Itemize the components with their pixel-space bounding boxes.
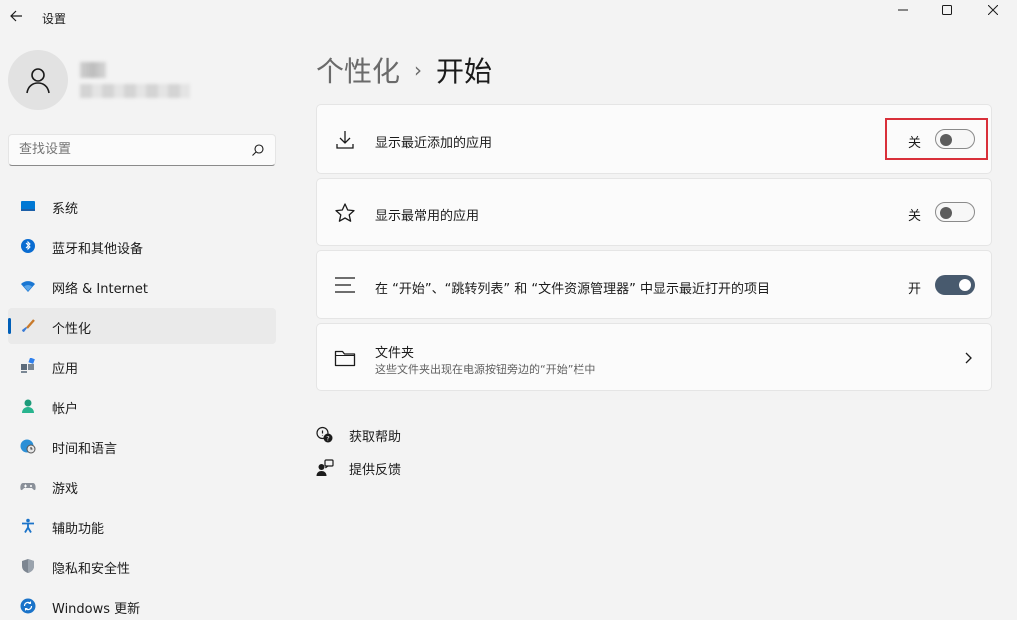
breadcrumb-parent[interactable]: 个性化 [316,50,400,90]
feedback-icon [316,459,334,476]
toggle-state-label: 开 [908,282,922,297]
sidebar-item-apps[interactable]: 应用 [8,348,276,384]
toggle-knob [940,207,952,219]
sidebar-item-bluetooth[interactable]: 蓝牙和其他设备 [8,228,276,264]
wifi-icon [21,281,35,292]
search-input[interactable] [19,142,239,157]
back-button[interactable] [6,6,26,26]
svg-text:?: ? [326,435,329,443]
setting-title: 在 “开始”、“跳转列表” 和 “文件资源管理器” 中显示最近打开的项目 [375,282,770,297]
get-help-label: 获取帮助 [349,429,402,445]
sidebar-item-label: 游戏 [52,482,79,497]
setting-title: 显示最近添加的应用 [375,136,493,151]
sidebar-item-accessibility[interactable]: 辅助功能 [8,508,276,544]
breadcrumb-separator: › [414,58,423,82]
app-title: 设置 [42,12,67,26]
sidebar-item-label: 系统 [52,202,79,217]
setting-title: 文件夹 [375,346,415,361]
get-help-link[interactable]: ? 获取帮助 [316,424,401,446]
sidebar-item-network[interactable]: 网络 & Internet [8,268,276,304]
accessibility-icon [22,518,34,533]
close-button[interactable] [970,0,1016,20]
sidebar-item-label: 时间和语言 [52,442,118,457]
minimize-button[interactable] [880,0,926,20]
sidebar-item-personalization[interactable]: 个性化 [8,308,276,344]
sidebar-item-label: 网络 & Internet [52,282,149,297]
sidebar-item-time-language[interactable]: 时间和语言 [8,428,276,464]
toggle-knob [959,279,971,291]
back-arrow-icon [10,10,22,22]
sidebar-item-privacy[interactable]: 隐私和安全性 [8,548,276,584]
user-icon [26,68,50,94]
maximize-button[interactable] [924,0,970,20]
sidebar: 系统 蓝牙和其他设备 网络 & Internet 个性化 应用 帐户 时间和语言 [0,34,290,620]
avatar[interactable] [8,50,68,110]
folder-icon [334,350,356,367]
sidebar-item-system[interactable]: 系统 [8,188,276,224]
brush-icon [22,319,35,332]
sidebar-item-label: 帐户 [52,402,79,417]
sidebar-item-label: 蓝牙和其他设备 [52,242,144,257]
setting-card-recent-items: 在 “开始”、“跳转列表” 和 “文件资源管理器” 中显示最近打开的项目 开 [316,250,992,319]
monitor-icon [21,201,35,211]
setting-title: 显示最常用的应用 [375,209,480,224]
feedback-label: 提供反馈 [349,462,402,478]
sidebar-item-gaming[interactable]: 游戏 [8,468,276,504]
close-icon [988,5,998,15]
search-icon[interactable] [251,143,265,157]
account-icon [22,399,34,413]
shield-icon [22,559,34,573]
search-box[interactable] [8,134,276,166]
page-title: 开始 [436,55,493,88]
user-name-redacted [80,62,106,78]
setting-card-folders[interactable]: 文件夹 这些文件夹出现在电源按钮旁边的“开始”栏中 [316,323,992,391]
globe-clock-icon [20,439,36,454]
sidebar-item-accounts[interactable]: 帐户 [8,388,276,424]
most-used-toggle[interactable] [935,202,975,222]
sidebar-item-label: 隐私和安全性 [52,562,131,577]
sidebar-item-label: Windows 更新 [52,602,141,617]
update-icon [20,598,36,614]
help-chat-icon: ? [316,426,333,443]
setting-card-recently-added: 显示最近添加的应用 关 [316,104,992,174]
download-icon [336,131,354,149]
star-icon [335,203,355,222]
toggle-state-label: 关 [908,209,922,224]
highlight-box [885,118,988,160]
breadcrumb: 个性化 › 开始 [316,50,492,90]
title-bar: 设置 [0,0,1017,34]
maximize-icon [942,5,952,15]
sidebar-item-label: 辅助功能 [52,522,105,537]
apps-icon [21,358,35,373]
recent-items-toggle[interactable] [935,275,975,295]
gamepad-icon [20,483,36,491]
sidebar-item-windows-update[interactable]: Windows 更新 [8,588,276,620]
feedback-link[interactable]: 提供反馈 [316,457,401,479]
nav-list: 系统 蓝牙和其他设备 网络 & Internet 个性化 应用 帐户 时间和语言 [8,188,276,620]
bluetooth-icon [21,239,35,253]
setting-card-most-used: 显示最常用的应用 关 [316,178,992,246]
chevron-right-icon [965,352,972,364]
setting-subtitle: 这些文件夹出现在电源按钮旁边的“开始”栏中 [375,363,596,376]
list-icon [335,277,355,293]
sidebar-item-label: 应用 [52,362,79,377]
minimize-icon [898,9,908,11]
user-email-redacted [80,84,190,98]
sidebar-item-label: 个性化 [52,322,92,337]
